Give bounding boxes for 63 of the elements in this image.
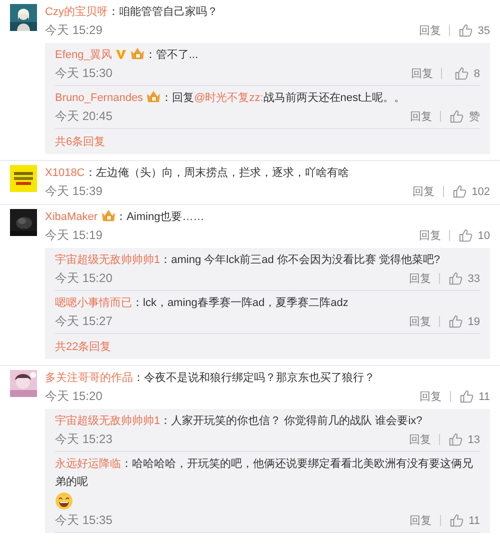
reply-link[interactable]: 回复 <box>408 432 431 447</box>
timestamp: 今天 15:35 <box>55 512 114 529</box>
timestamp: 今天 20:45 <box>55 108 114 125</box>
thumbs-up-icon <box>448 432 463 447</box>
like-count[interactable]: 赞 <box>469 109 480 124</box>
timestamp: 今天 15:27 <box>55 313 114 330</box>
like-count[interactable]: 10 <box>478 230 490 242</box>
like-count[interactable]: 8 <box>474 68 480 80</box>
like-count[interactable]: 13 <box>468 434 480 446</box>
username-link[interactable]: Czy的宝贝呀 <box>45 6 108 18</box>
timestamp: 今天 15:20 <box>45 388 104 405</box>
comment-text: XibaMaker ：Aiming也要…… <box>45 211 204 223</box>
reply-link[interactable]: 回复 <box>418 228 441 243</box>
more-replies-link[interactable]: 共6条回复 <box>55 129 106 154</box>
like-count[interactable]: 102 <box>472 186 490 198</box>
username-link[interactable]: 宇宙超级无敌帅帅帅1 <box>55 415 160 427</box>
username-link[interactable]: 宇宙超级无敌帅帅帅1 <box>55 254 160 266</box>
reply-link[interactable]: 回复 <box>418 23 441 38</box>
username-link[interactable]: 嗯嗯小事情而已 <box>55 297 132 309</box>
timestamp: 今天 15:29 <box>45 22 104 39</box>
reply-link[interactable]: 回复 <box>411 66 433 81</box>
thumbs-up-icon <box>458 228 473 243</box>
more-replies-link[interactable]: 共22条回复 <box>55 334 112 359</box>
reply-link[interactable]: 回复 <box>412 184 435 199</box>
timestamp: 今天 15:23 <box>55 431 114 448</box>
comment-text: Czy的宝贝呀：咱能管管自己家吗？ <box>45 6 218 18</box>
username-link[interactable]: XibaMaker <box>45 211 98 223</box>
comment-text: X1018C：左边俺（头）向，周末捞点，拦求，逐求，吖啥有啥 <box>45 167 349 179</box>
thumbs-up-icon <box>448 271 463 286</box>
comment-text: 多关注哥哥的作品：令夜不是说和狼行绑定吗？那京东也买了狼行？ <box>45 372 375 384</box>
username-link[interactable]: X1018C <box>45 167 85 179</box>
comment-text: Efeng_翼风 ：管不了... <box>55 49 198 61</box>
like-count[interactable]: 19 <box>468 316 480 328</box>
timestamp: 今天 15:30 <box>55 65 114 82</box>
thumbs-up-icon <box>448 513 464 528</box>
like-count[interactable]: 11 <box>468 514 480 526</box>
timestamp: 今天 15:19 <box>45 227 104 244</box>
thumbs-up-icon <box>458 389 474 404</box>
reply-link[interactable]: 回复 <box>420 389 442 404</box>
thumbs-up-icon <box>449 109 464 124</box>
username-link[interactable]: Bruno_Fernandes <box>55 92 144 104</box>
like-count[interactable]: 11 <box>478 390 490 402</box>
reply-link[interactable]: 回复 <box>410 513 432 528</box>
timestamp: 今天 15:20 <box>55 270 114 287</box>
reply-link[interactable]: 回复 <box>408 314 431 329</box>
like-count[interactable]: 33 <box>468 272 480 284</box>
thumbs-up-icon <box>448 314 463 329</box>
timestamp: 今天 15:39 <box>45 183 104 200</box>
username-link[interactable]: 永远好运降临 <box>55 458 121 470</box>
thumbs-up-icon <box>452 184 467 199</box>
username-link[interactable]: 多关注哥哥的作品 <box>45 372 133 384</box>
thumbs-up-icon <box>454 66 469 81</box>
thumbs-up-icon <box>458 23 473 38</box>
reply-link[interactable]: 回复 <box>408 271 431 286</box>
comment-text: 宇宙超级无敌帅帅帅1：人家开玩笑的你也信？ 你觉得前几的战队 谁会要ix? <box>55 415 422 427</box>
comment-text: 嗯嗯小事情而已：lck，aming春季赛一阵ad，夏季赛二阵adz <box>55 297 348 309</box>
comment-text: Bruno_Fernandes ：回复@时光不复zz:战马前两天还在nest上呢。。 <box>55 92 406 104</box>
username-link[interactable]: Efeng_翼风 <box>55 49 112 61</box>
reply-link[interactable]: 回复 <box>410 109 432 124</box>
comment-text: 永远好运降临：哈哈哈哈，开玩笑的吧，他俩还说要绑定看看北美欧洲有没有要这俩兄弟的呢 <box>55 458 473 488</box>
mention-link[interactable]: @时光不复zz: <box>194 92 264 104</box>
comment-text: 宇宙超级无敌帅帅帅1：aming 今年lck前三ad 你不会因为没看比赛 觉得他菜吧? <box>55 254 440 266</box>
like-count[interactable]: 35 <box>478 24 490 36</box>
